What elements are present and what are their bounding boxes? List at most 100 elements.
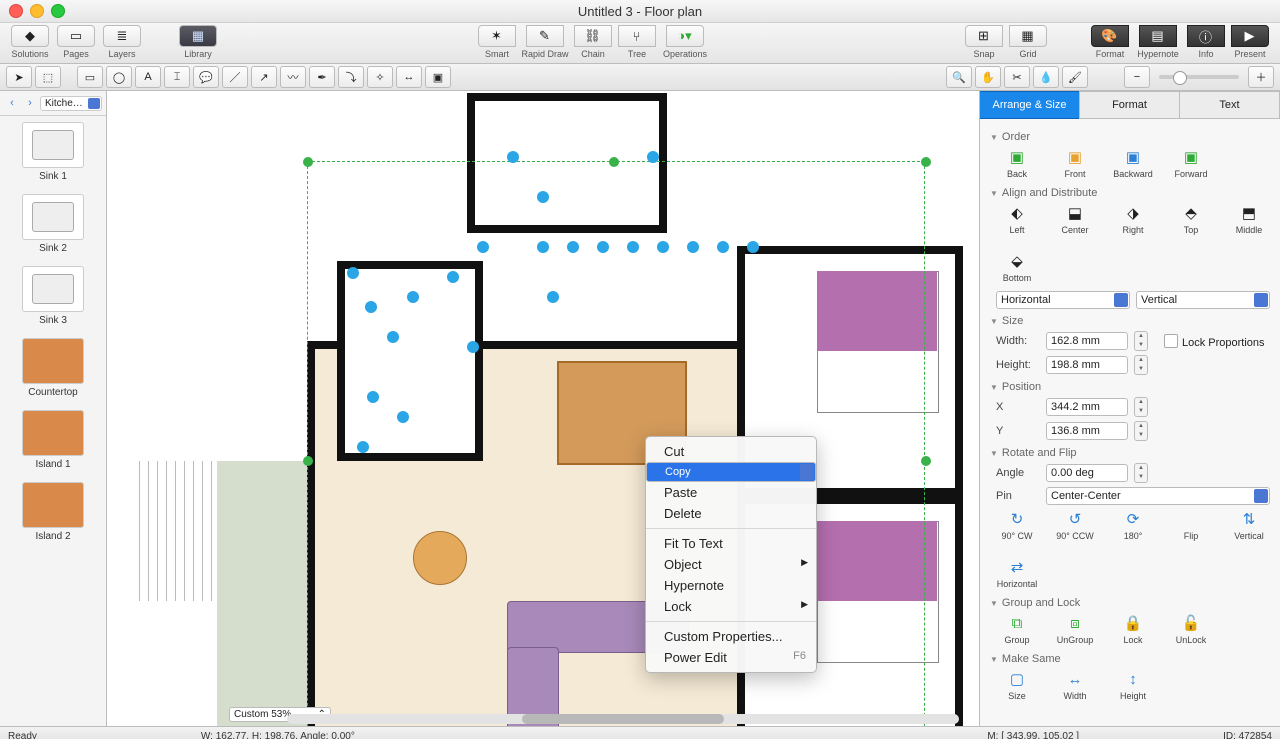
pointer-tool[interactable]: ➤ <box>6 66 32 88</box>
tree-button[interactable]: ⑂Tree <box>615 25 659 59</box>
width-input[interactable]: 162.8 mm <box>1046 332 1128 350</box>
library-shape-1[interactable]: Sink 2 <box>0 188 106 260</box>
paint-tool[interactable]: 🖌 <box>1062 66 1088 88</box>
library-forward-button[interactable]: › <box>22 95 38 111</box>
layers-button[interactable]: ≣Layers <box>100 25 144 59</box>
library-shape-5[interactable]: Island 2 <box>0 476 106 548</box>
measure-tool[interactable]: ↔ <box>396 66 422 88</box>
pen-tool[interactable]: ✒ <box>309 66 335 88</box>
solutions-button[interactable]: ◆Solutions <box>8 25 52 59</box>
bring-forward-button[interactable]: ▣Forward <box>1170 147 1212 179</box>
menu-item-hypernote[interactable]: Hypernote <box>646 575 816 596</box>
rapid-draw-button[interactable]: ✎Rapid Draw <box>519 25 571 59</box>
smart-button[interactable]: ✶Smart <box>475 25 519 59</box>
pan-tool[interactable]: ✋ <box>975 66 1001 88</box>
pages-button[interactable]: ▭Pages <box>54 25 98 59</box>
connector-tool[interactable]: ⤵ <box>338 66 364 88</box>
chain-button[interactable]: ⛓Chain <box>571 25 615 59</box>
align-top-button[interactable]: ⬘Top <box>1170 203 1212 235</box>
menu-item-delete[interactable]: Delete <box>646 503 816 524</box>
make-same-section-header[interactable]: Make Same <box>990 653 1270 665</box>
callout-tool[interactable]: 💬 <box>193 66 219 88</box>
library-button[interactable]: ▦Library <box>172 25 224 59</box>
align-section-header[interactable]: Align and Distribute <box>990 187 1270 199</box>
distribute-horizontal-select[interactable]: Horizontal <box>996 291 1130 309</box>
position-section-header[interactable]: Position <box>990 381 1270 393</box>
rotate-180-button[interactable]: ⟳180° <box>1112 509 1154 541</box>
send-to-back-button[interactable]: ▣Back <box>996 147 1038 179</box>
size-section-header[interactable]: Size <box>990 315 1270 327</box>
menu-item-lock[interactable]: Lock <box>646 596 816 617</box>
rectangle-tool[interactable]: ▭ <box>77 66 103 88</box>
drawing-canvas[interactable]: CutCopyPasteDeleteFit To TextObjectHyper… <box>107 91 979 726</box>
zoom-slider[interactable] <box>1159 75 1239 79</box>
library-shape-2[interactable]: Sink 3 <box>0 260 106 332</box>
flip-horizontal-button[interactable]: ⇄Horizontal <box>996 557 1038 589</box>
library-shape-0[interactable]: Sink 1 <box>0 116 106 188</box>
zoom-in-button[interactable]: ＋ <box>1248 66 1274 88</box>
snap-button[interactable]: ⊞Snap <box>962 25 1006 59</box>
group-section-header[interactable]: Group and Lock <box>990 597 1270 609</box>
lock-button[interactable]: 🔒Lock <box>1112 613 1154 645</box>
tab-text[interactable]: Text <box>1179 91 1280 119</box>
zoom-window-button[interactable] <box>51 4 65 18</box>
align-middle-button[interactable]: ⬒Middle <box>1228 203 1270 235</box>
menu-item-custom-properties-[interactable]: Custom Properties... <box>646 626 816 647</box>
width-stepper[interactable]: ▲▼ <box>1134 331 1148 351</box>
horizontal-scrollbar[interactable] <box>287 714 959 724</box>
ungroup-button[interactable]: ⧈UnGroup <box>1054 613 1096 645</box>
operations-button[interactable]: ◑▾Operations <box>659 25 711 59</box>
menu-item-cut[interactable]: Cut <box>646 441 816 462</box>
flip-vertical-button[interactable]: ⇅Vertical <box>1228 509 1270 541</box>
curve-tool[interactable]: 〰 <box>280 66 306 88</box>
zoom-out-button[interactable]: − <box>1124 66 1150 88</box>
menu-item-power-edit[interactable]: Power EditF6 <box>646 647 816 668</box>
hypernote-panel-button[interactable]: ▤Hypernote <box>1132 25 1184 59</box>
arrow-tool[interactable]: ↗ <box>251 66 277 88</box>
minimize-window-button[interactable] <box>30 4 44 18</box>
send-backward-button[interactable]: ▣Backward <box>1112 147 1154 179</box>
library-shape-3[interactable]: Countertop <box>0 332 106 404</box>
same-size-button[interactable]: ▢Size <box>996 669 1038 701</box>
align-bottom-button[interactable]: ⬙Bottom <box>996 251 1038 283</box>
pin-select[interactable]: Center-Center <box>1046 487 1270 505</box>
tab-format[interactable]: Format <box>1079 91 1180 119</box>
text-tool[interactable]: A <box>135 66 161 88</box>
x-stepper[interactable]: ▲▼ <box>1134 397 1148 417</box>
textbox-tool[interactable]: ⌶ <box>164 66 190 88</box>
tab-arrange-size[interactable]: Arrange & Size <box>979 91 1080 119</box>
distribute-vertical-select[interactable]: Vertical <box>1136 291 1270 309</box>
grid-button[interactable]: ▦Grid <box>1006 25 1050 59</box>
library-crumb-select[interactable]: Kitche… <box>40 96 102 111</box>
align-center-button[interactable]: ⬓Center <box>1054 203 1096 235</box>
zoom-tool[interactable]: 🔍 <box>946 66 972 88</box>
library-shape-4[interactable]: Island 1 <box>0 404 106 476</box>
align-right-button[interactable]: ⬗Right <box>1112 203 1154 235</box>
angle-stepper[interactable]: ▲▼ <box>1134 463 1148 483</box>
ellipse-tool[interactable]: ◯ <box>106 66 132 88</box>
angle-input[interactable]: 0.00 deg <box>1046 464 1128 482</box>
rotate-90ccw-button[interactable]: ↺90° CCW <box>1054 509 1096 541</box>
group-button[interactable]: ⧉Group <box>996 613 1038 645</box>
lock-proportions-checkbox[interactable] <box>1164 334 1178 348</box>
line-tool[interactable]: ／ <box>222 66 248 88</box>
same-height-button[interactable]: ↕Height <box>1112 669 1154 701</box>
close-window-button[interactable] <box>9 4 23 18</box>
height-input[interactable]: 198.8 mm <box>1046 356 1128 374</box>
info-panel-button[interactable]: ⓘInfo <box>1184 25 1228 59</box>
bring-to-front-button[interactable]: ▣Front <box>1054 147 1096 179</box>
menu-item-object[interactable]: Object <box>646 554 816 575</box>
order-section-header[interactable]: Order <box>990 131 1270 143</box>
format-panel-button[interactable]: 🎨Format <box>1088 25 1132 59</box>
menu-item-paste[interactable]: Paste <box>646 482 816 503</box>
edit-points-tool[interactable]: ✧ <box>367 66 393 88</box>
same-width-button[interactable]: ↔Width <box>1054 669 1096 701</box>
present-button[interactable]: ▶Present <box>1228 25 1272 59</box>
rotate-section-header[interactable]: Rotate and Flip <box>990 447 1270 459</box>
library-back-button[interactable]: ‹ <box>4 95 20 111</box>
container-tool[interactable]: ▣ <box>425 66 451 88</box>
y-input[interactable]: 136.8 mm <box>1046 422 1128 440</box>
menu-item-fit-to-text[interactable]: Fit To Text <box>646 533 816 554</box>
eyedropper-tool[interactable]: 💧 <box>1033 66 1059 88</box>
crop-tool[interactable]: ✂ <box>1004 66 1030 88</box>
